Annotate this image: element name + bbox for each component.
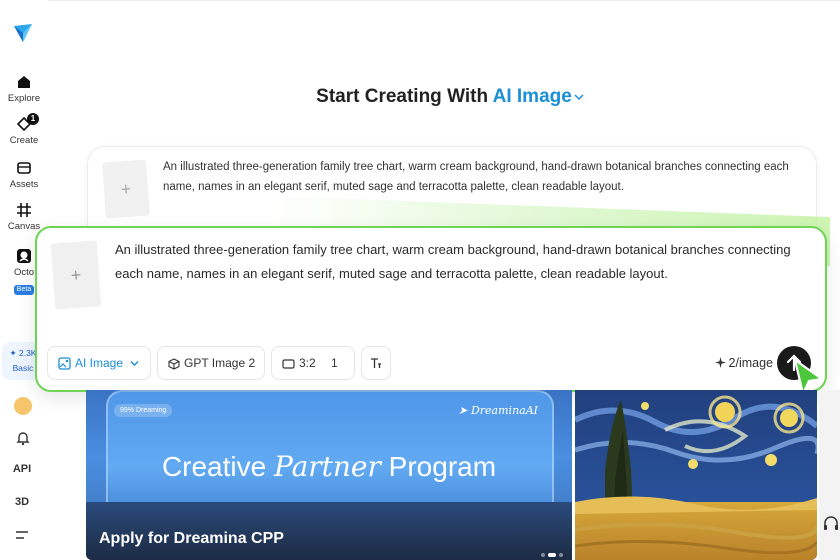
chevron-down-icon	[574, 94, 584, 101]
carousel-dot[interactable]	[541, 553, 545, 557]
model-select-button[interactable]: GPT Image 2	[157, 346, 265, 380]
banner-title: Creative Partner Program	[86, 450, 572, 483]
api-link[interactable]: API	[0, 463, 44, 475]
page: Explore 1 Create Assets Canvas Octo Beta…	[0, 0, 840, 560]
sidebar-item-create[interactable]: 1 Create	[0, 113, 48, 146]
folder-icon	[17, 162, 31, 174]
canvas-icon	[17, 203, 31, 217]
cpp-banner[interactable]: 99% Dreaming ➤ DreaminaAI Creative Partn…	[86, 390, 572, 560]
reference-image-upload[interactable]: +	[50, 240, 102, 310]
aspect-ratio-icon	[282, 359, 295, 369]
ratio-select-button[interactable]: 3:2 1	[271, 346, 355, 380]
page-title: Start Creating With AI Image	[0, 86, 840, 108]
image-count-label: 1	[331, 356, 338, 370]
chevron-down-icon	[130, 361, 139, 367]
prompt-text-ghost: An illustrated three-generation family t…	[163, 161, 789, 193]
bell-icon[interactable]	[15, 430, 31, 446]
dreamina-logo-icon[interactable]	[12, 22, 34, 44]
prompt-input[interactable]: An illustrated three-generation family t…	[115, 238, 817, 286]
sidebar-item-canvas[interactable]: Canvas	[0, 202, 48, 232]
mode-select-label: AI Image	[75, 356, 124, 370]
menu-icon[interactable]	[15, 530, 29, 540]
banner-cta[interactable]: Apply for Dreamina CPP	[99, 530, 284, 548]
page-title-prefix: Start Creating With	[316, 86, 489, 107]
headset-support-icon[interactable]	[822, 514, 840, 534]
credits-value: ✦ 2.3K	[9, 348, 37, 358]
carousel-dot[interactable]	[559, 553, 563, 557]
prompt-card[interactable]: + An illustrated three-generation family…	[35, 226, 827, 392]
banner-title-script: Partner	[273, 450, 381, 483]
text-style-button[interactable]	[361, 346, 391, 380]
text-format-icon	[371, 358, 381, 368]
brand-label: DreaminaAI	[470, 404, 538, 417]
brand-logo: ➤ DreaminaAI	[458, 404, 538, 417]
carousel-dot-active[interactable]	[548, 553, 556, 557]
top-divider	[48, 0, 840, 1]
sidebar-item-assets[interactable]: Assets	[0, 160, 48, 190]
mode-dropdown-label: AI Image	[492, 86, 572, 107]
generation-cost: 2/image	[714, 356, 773, 370]
three-d-link[interactable]: 3D	[0, 496, 44, 508]
dreaming-pill: 99% Dreaming	[114, 404, 173, 417]
mode-select-button[interactable]: AI Image	[47, 346, 151, 380]
octo-icon	[17, 249, 31, 263]
painting-artwork	[575, 390, 817, 560]
sparkle-icon	[714, 357, 726, 368]
model-select-label: GPT Image 2	[184, 356, 256, 370]
sidebar-item-label: Assets	[9, 179, 39, 190]
banner-title-post: Program	[388, 451, 497, 482]
sidebar-item-label: Create	[9, 135, 39, 146]
reference-image-slot-ghost: +	[102, 159, 150, 219]
image-icon	[58, 357, 71, 370]
starry-night-image[interactable]	[575, 390, 817, 560]
ratio-label: 3:2	[299, 356, 316, 370]
right-edge-panel	[819, 390, 840, 560]
carousel-dots[interactable]	[538, 544, 563, 560]
create-badge: 1	[27, 113, 39, 125]
mode-dropdown[interactable]: AI Image	[493, 86, 584, 107]
beta-badge: Beta	[13, 285, 35, 295]
banner-title-pre: Creative	[161, 451, 267, 482]
cost-label: 2/image	[728, 356, 773, 370]
cube-icon	[168, 358, 180, 370]
avatar[interactable]	[14, 397, 32, 415]
